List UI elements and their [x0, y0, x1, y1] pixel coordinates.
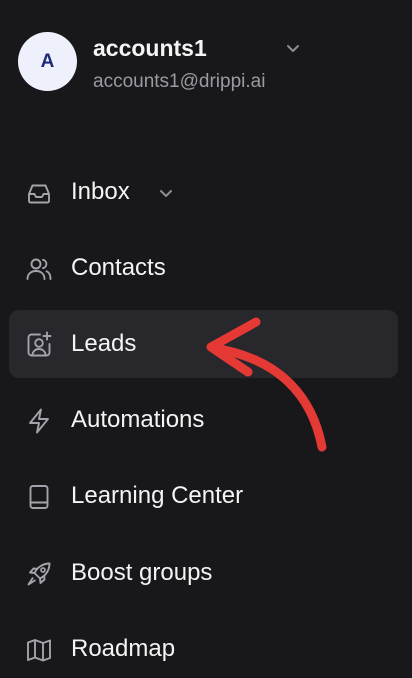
sidebar-item-label: Leads: [71, 330, 137, 357]
sidebar-item-label: Boost groups: [71, 559, 213, 586]
sidebar-item-leads[interactable]: Leads: [9, 310, 398, 378]
sidebar-item-automations[interactable]: Automations: [9, 386, 398, 454]
sidebar-item-label: Inbox: [71, 178, 130, 205]
sidebar-item-boost-groups[interactable]: Boost groups: [9, 539, 398, 607]
account-name: accounts1: [93, 35, 207, 61]
book-icon: [24, 482, 54, 512]
inbox-icon: [24, 178, 54, 208]
sidebar-item-inbox[interactable]: Inbox: [9, 158, 398, 226]
account-email: accounts1@drippi.ai: [93, 71, 266, 92]
users-icon: [24, 254, 54, 284]
chevron-down-icon[interactable]: [284, 39, 302, 57]
sidebar-item-roadmap[interactable]: Roadmap: [9, 615, 398, 678]
sidebar-item-label: Contacts: [71, 254, 166, 281]
user-plus-square-icon: [24, 330, 54, 360]
map-icon: [24, 635, 54, 665]
sidebar-item-label: Learning Center: [71, 482, 244, 509]
sidebar-item-label: Automations: [71, 406, 205, 433]
avatar: A: [18, 32, 77, 91]
sidebar-item-learning-center[interactable]: Learning Center: [9, 462, 398, 530]
sidebar-item-contacts[interactable]: Contacts: [9, 234, 398, 302]
sidebar-item-label: Roadmap: [71, 635, 176, 662]
rocket-icon: [24, 559, 54, 589]
chevron-down-icon[interactable]: [157, 184, 175, 202]
account-switcher[interactable]: A accounts1 accounts1@drippi.ai: [18, 31, 318, 95]
lightning-icon: [24, 406, 54, 436]
